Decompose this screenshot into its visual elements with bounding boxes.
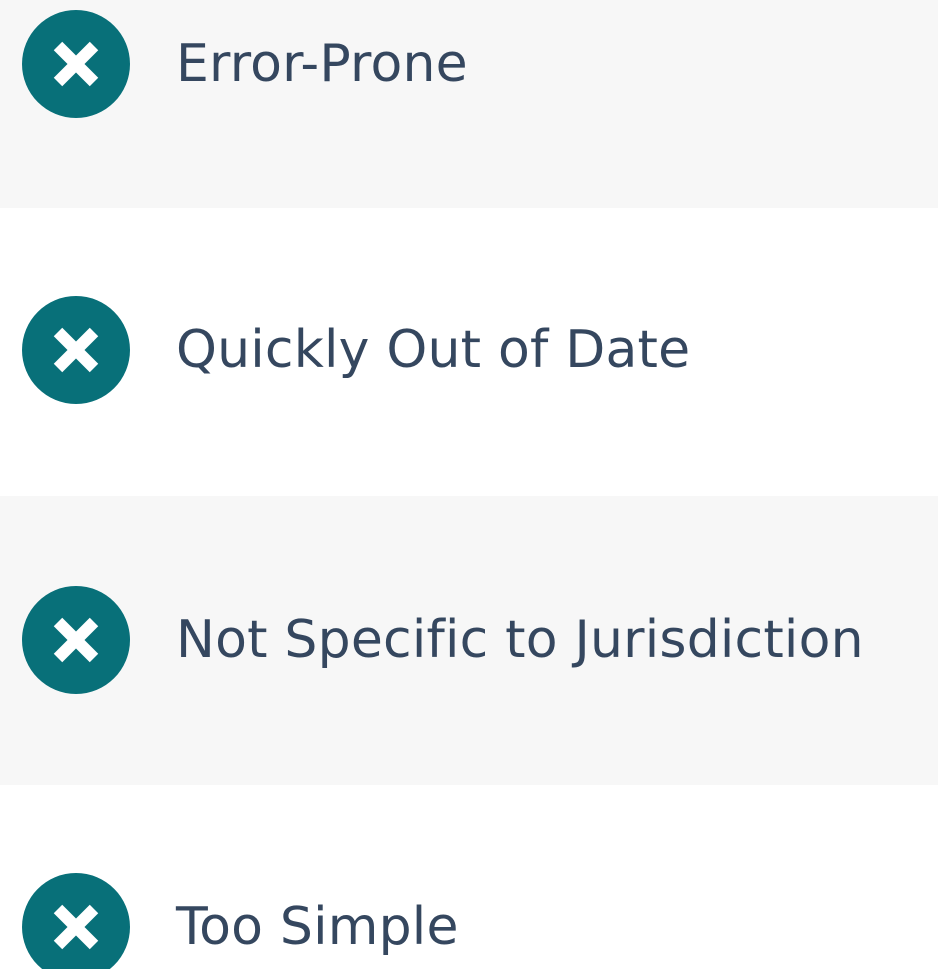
list-item: Not Specific to Jurisdiction	[0, 496, 938, 785]
list-item-label: Not Specific to Jurisdiction	[176, 610, 864, 670]
list-item: Too Simple	[0, 785, 938, 969]
list-item-label: Too Simple	[176, 897, 459, 957]
list-item: Quickly Out of Date	[0, 208, 938, 496]
x-circle-icon	[22, 10, 130, 118]
list-item-label: Quickly Out of Date	[176, 320, 691, 380]
x-circle-icon	[22, 296, 130, 404]
list-item-label: Error-Prone	[176, 34, 468, 94]
x-circle-icon	[22, 873, 130, 969]
list-item: Error-Prone	[0, 0, 938, 208]
drawbacks-list: Error-Prone Quickly Out of Date Not Spec…	[0, 0, 938, 969]
x-circle-icon	[22, 586, 130, 694]
